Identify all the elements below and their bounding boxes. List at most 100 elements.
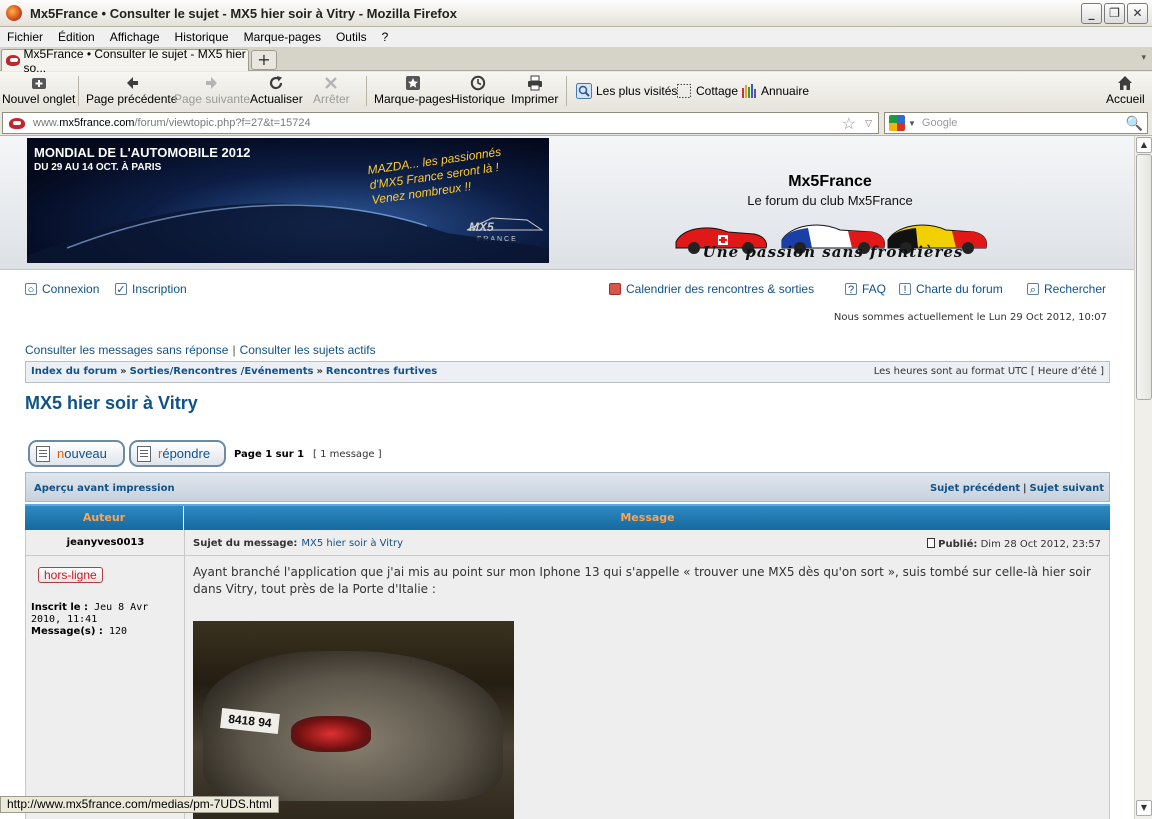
post-subject-link[interactable]: MX5 hier soir à Vitry xyxy=(301,538,403,549)
menu-historique[interactable]: Historique xyxy=(168,30,237,44)
history-button[interactable]: Historique xyxy=(451,75,505,106)
scrollbar-thumb[interactable] xyxy=(1136,154,1152,400)
post-table-header: Auteur Message xyxy=(25,504,1110,530)
bookmarks-button[interactable]: Marque-pages xyxy=(374,75,451,106)
reload-button[interactable]: Actualiser xyxy=(250,75,303,106)
next-topic-link[interactable]: Sujet suivant xyxy=(1030,483,1104,494)
column-author: Auteur xyxy=(25,506,184,530)
new-tab-button[interactable]: + xyxy=(251,50,277,70)
post-published: Publié: Dim 28 Oct 2012, 23:57 xyxy=(927,538,1101,550)
url-history-dropdown-icon[interactable]: ▽ xyxy=(865,118,872,129)
search-icon: ⌕ xyxy=(1027,283,1039,296)
calendar-icon xyxy=(609,283,621,295)
menu-affichage[interactable]: Affichage xyxy=(103,30,168,44)
offline-status-badge: hors-ligne xyxy=(38,567,103,583)
url-bar[interactable]: www. mx5france.com/forum/viewtopic.php?f=… xyxy=(2,112,879,134)
stop-icon xyxy=(313,75,350,91)
tab-bar: Mx5France • Consulter le sujet - MX5 hie… xyxy=(0,47,1152,75)
messages-value: 120 xyxy=(108,626,127,637)
topic-prev-next: Sujet précédent | Sujet suivant xyxy=(929,483,1104,494)
login-link[interactable]: ○ Connexion xyxy=(25,282,99,296)
menu-fichier[interactable]: Fichier xyxy=(0,30,51,44)
site-name: Mx5France xyxy=(788,173,872,190)
new-topic-button[interactable]: n ouveau xyxy=(28,440,125,467)
unanswered-posts-link[interactable]: Consulter les messages sans réponse xyxy=(25,343,228,357)
column-message: Message xyxy=(620,511,675,524)
url-path: /forum/viewtopic.php?f=27&t=15724 xyxy=(134,117,311,129)
minimize-button[interactable]: _ xyxy=(1081,3,1102,24)
post-author-name[interactable]: jeanyves0013 xyxy=(26,530,185,556)
timezone-info: Les heures sont au format UTC [ Heure d’… xyxy=(873,366,1104,377)
menu-edition[interactable]: Édition xyxy=(51,30,103,44)
address-bar-row: www. mx5france.com/forum/viewtopic.php?f=… xyxy=(0,110,1152,136)
new-tab-toolbar-button[interactable]: Nouvel onglet xyxy=(2,75,75,106)
home-icon xyxy=(1106,75,1145,91)
login-icon: ○ xyxy=(25,283,37,296)
menu-marque-pages[interactable]: Marque-pages xyxy=(237,30,329,44)
dotted-page-icon xyxy=(676,83,692,99)
reply-button[interactable]: r épondre xyxy=(129,440,226,467)
forward-button[interactable]: Page suivante xyxy=(174,75,250,106)
menu-help[interactable]: ? xyxy=(375,30,397,44)
menu-outils[interactable]: Outils xyxy=(329,30,375,44)
forum-header: MONDIAL DE L'AUTOMOBILE 2012 DU 29 AU 14… xyxy=(0,136,1134,270)
search-link[interactable]: ⌕ Rechercher xyxy=(1027,282,1106,296)
bookmarks-star-icon xyxy=(374,75,451,91)
search-input[interactable]: ▼ Google 🔍 xyxy=(884,112,1148,134)
most-visited-icon xyxy=(576,83,592,99)
print-preview-link[interactable]: Aperçu avant impression xyxy=(34,483,175,494)
banner-car-silhouette xyxy=(27,203,549,263)
history-clock-icon xyxy=(451,75,505,91)
home-button[interactable]: Accueil xyxy=(1106,75,1145,106)
engine-dropdown-icon[interactable]: ▼ xyxy=(908,119,916,128)
forward-arrow-icon xyxy=(174,75,250,91)
back-button[interactable]: Page précédente xyxy=(86,75,177,106)
register-link[interactable]: ✓ Inscription xyxy=(115,282,187,296)
post-author-column: jeanyves0013 hors-ligne Inscrit le : Jeu… xyxy=(25,530,185,819)
breadcrumb-sorties[interactable]: Sorties/Rencontres /Evénements xyxy=(130,366,314,377)
mondial-banner-image[interactable]: MONDIAL DE L'AUTOMOBILE 2012 DU 29 AU 14… xyxy=(27,138,549,263)
message-count: [ 1 message ] xyxy=(313,449,382,460)
url-prefix: www. xyxy=(33,117,60,129)
page-viewport: MONDIAL DE L'AUTOMOBILE 2012 DU 29 AU 14… xyxy=(0,136,1134,819)
scroll-up-arrow-icon[interactable]: ▲ xyxy=(1136,137,1152,153)
scroll-down-arrow-icon[interactable]: ▼ xyxy=(1136,800,1152,816)
current-date: Nous sommes actuellement le Lun 29 Oct 2… xyxy=(833,312,1107,323)
printer-icon xyxy=(511,75,558,91)
tab-list-arrow-icon[interactable]: ▾ xyxy=(1141,53,1146,63)
post-icon[interactable] xyxy=(927,538,936,548)
active-topics-link[interactable]: Consulter les sujets actifs xyxy=(240,343,376,357)
club-slogan: Une passion sans frontières xyxy=(702,243,964,261)
window-controls: _ ❐ ✕ xyxy=(1081,3,1148,24)
search-magnifier-icon[interactable]: 🔍 xyxy=(1126,115,1143,132)
bookmark-annuaire[interactable]: Annuaire xyxy=(741,83,809,99)
register-icon: ✓ xyxy=(115,283,127,296)
tab-title: Mx5France • Consulter le sujet - MX5 hie… xyxy=(23,46,246,75)
breadcrumb-path: Index du forum» Sorties/Rencontres /Evéne… xyxy=(31,366,438,377)
breadcrumb-rencontres[interactable]: Rencontres furtives xyxy=(326,366,437,377)
new-tab-icon xyxy=(2,75,75,91)
stop-button[interactable]: Arrêter xyxy=(313,75,350,106)
bookmark-most-visited[interactable]: Les plus visités xyxy=(576,83,677,99)
calendar-link[interactable]: Calendrier des rencontres & sorties xyxy=(609,282,814,296)
print-button[interactable]: Imprimer xyxy=(511,75,558,106)
google-engine-icon[interactable] xyxy=(889,115,905,131)
vertical-scrollbar[interactable]: ▲ ▼ xyxy=(1134,136,1152,819)
maximize-button[interactable]: ❐ xyxy=(1104,3,1125,24)
close-button[interactable]: ✕ xyxy=(1127,3,1148,24)
previous-topic-link[interactable]: Sujet précédent xyxy=(930,483,1020,494)
breadcrumb-index[interactable]: Index du forum xyxy=(31,366,117,377)
bookmark-cottage[interactable]: Cottage xyxy=(676,83,738,99)
post-photo[interactable]: 8418 94 xyxy=(193,621,514,819)
reply-icon xyxy=(137,445,151,462)
firefox-icon xyxy=(6,5,22,21)
status-link-preview: http://www.mx5france.com/medias/pm-7UDS.… xyxy=(0,796,279,813)
reload-icon xyxy=(250,75,303,91)
tab-active[interactable]: Mx5France • Consulter le sujet - MX5 hie… xyxy=(1,47,249,75)
faq-link[interactable]: ? FAQ xyxy=(845,282,886,296)
bookmark-star-icon[interactable]: ☆ xyxy=(842,114,856,134)
registered-label: Inscrit le : xyxy=(31,602,89,613)
topic-title[interactable]: MX5 hier soir à Vitry xyxy=(25,393,198,414)
car-tail-light xyxy=(291,716,371,752)
charter-link[interactable]: ! Charte du forum xyxy=(899,282,1003,296)
